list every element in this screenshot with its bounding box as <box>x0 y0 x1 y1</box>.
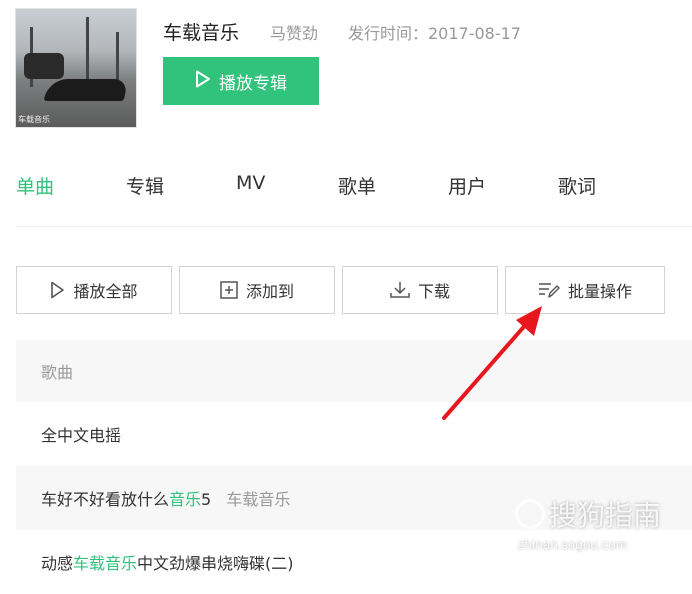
song-title-text: 动感 <box>41 554 74 573</box>
tab-singles[interactable]: 单曲 <box>16 172 54 199</box>
column-header-song: 歌曲 <box>41 363 74 382</box>
sogou-logo-icon <box>515 499 545 529</box>
song-title-text: 中文劲爆串烧嗨碟(二) <box>137 554 294 573</box>
cover-caption: 车载音乐 <box>18 115 50 124</box>
play-icon <box>195 70 211 93</box>
play-icon <box>50 281 65 299</box>
table-row[interactable]: 全中文电摇 <box>16 402 692 466</box>
play-album-label: 播放专辑 <box>219 73 287 94</box>
palm-tree <box>86 17 89 87</box>
car-image <box>43 79 129 101</box>
batch-edit-icon <box>538 281 560 299</box>
tab-albums[interactable]: 专辑 <box>126 172 164 199</box>
watermark-logo-text: 搜狗指南 <box>549 499 662 532</box>
add-to-button[interactable]: 添加到 <box>179 266 335 314</box>
tab-mv[interactable]: MV <box>236 172 265 194</box>
artist-link[interactable]: 马赞劲 <box>270 20 318 44</box>
song-album[interactable]: 车载音乐 <box>226 490 290 509</box>
song-title-highlight: 车载音乐 <box>73 554 138 573</box>
album-cover[interactable]: 车载音乐 <box>15 8 137 128</box>
table-header: 歌曲 <box>16 340 692 402</box>
song-title-highlight: 音乐 <box>169 490 202 509</box>
song-title[interactable]: 全中文电摇 <box>41 422 121 446</box>
play-album-button[interactable]: 播放专辑 <box>163 57 319 105</box>
play-all-label: 播放全部 <box>73 282 138 301</box>
batch-operation-label: 批量操作 <box>567 282 632 301</box>
tab-users[interactable]: 用户 <box>448 172 486 199</box>
song-title-text: 5 <box>201 490 212 509</box>
download-icon <box>390 281 410 299</box>
watermark-url: zhinan.sogou.com <box>518 538 628 552</box>
release-date: 发行时间：2017-08-17 <box>348 24 521 43</box>
watermark-logo: 搜狗指南 <box>515 494 661 534</box>
car-image <box>24 53 64 79</box>
add-icon <box>220 281 238 299</box>
album-title: 车载音乐 <box>163 22 240 44</box>
play-all-button[interactable]: 播放全部 <box>16 266 172 314</box>
annotation-arrow-icon <box>442 306 542 420</box>
tab-lyrics[interactable]: 歌词 <box>558 172 596 199</box>
song-title-text: 全中文电摇 <box>41 426 122 445</box>
song-title-text: 车好不好看放什么 <box>41 490 170 509</box>
song-title[interactable]: 动感车载音乐中文劲爆串烧嗨碟(二) <box>41 550 294 574</box>
tab-playlists[interactable]: 歌单 <box>338 172 376 199</box>
song-title[interactable]: 车好不好看放什么音乐5 车载音乐 <box>41 486 290 510</box>
add-to-label: 添加到 <box>245 282 294 301</box>
tab-divider <box>16 226 692 227</box>
download-label: 下载 <box>417 282 450 301</box>
